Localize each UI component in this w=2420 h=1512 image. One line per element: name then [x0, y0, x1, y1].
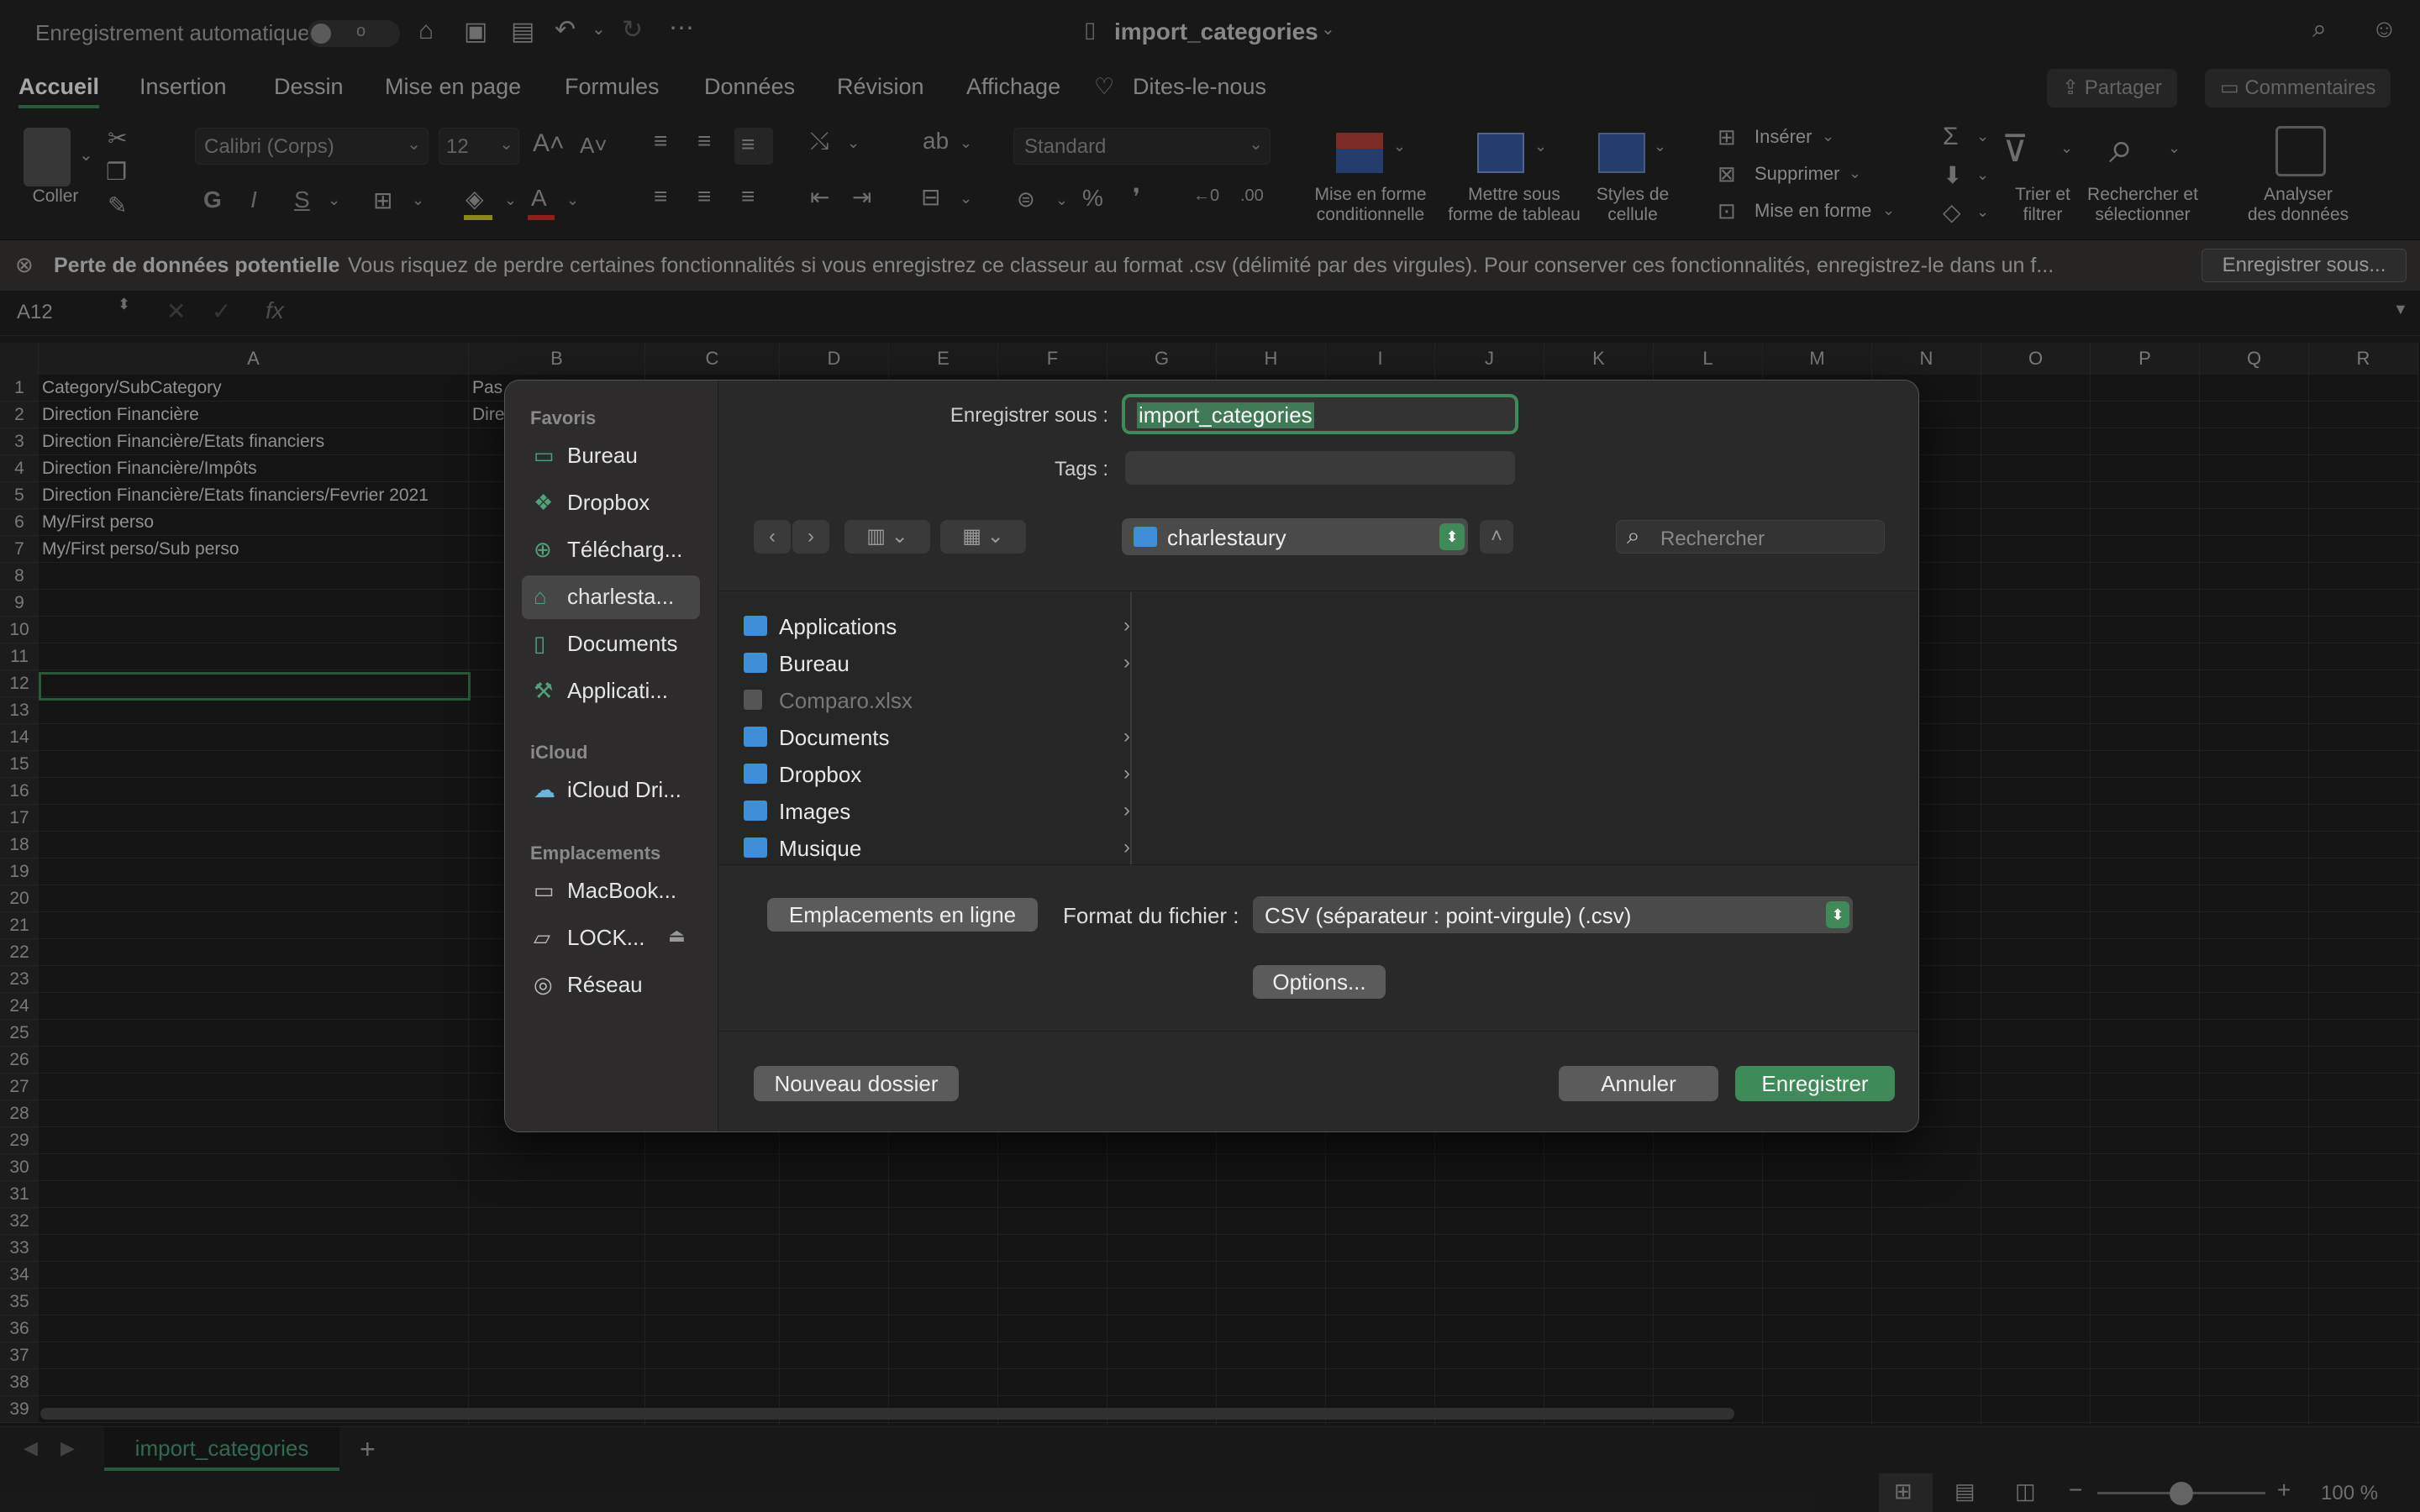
favorites-header: Favoris	[530, 407, 597, 428]
save-as-value: import_categories	[1137, 402, 1314, 428]
sidebar-item-bureau[interactable]: ▭ Bureau	[522, 434, 700, 478]
folder-icon	[744, 764, 767, 784]
file-item-images[interactable]: Images ›	[744, 794, 1130, 831]
chevron-right-icon: ›	[808, 525, 814, 548]
columns-view-icon: ▥ ⌄	[866, 525, 908, 548]
back-button[interactable]: ‹	[754, 520, 791, 554]
folder-icon	[744, 616, 767, 636]
column-divider	[1130, 592, 1132, 864]
save-button[interactable]: Enregistrer	[1735, 1066, 1895, 1101]
sidebar-item-lock-drive[interactable]: ▱ LOCK... ⏏	[522, 916, 700, 960]
group-by-button[interactable]: ▦ ⌄	[940, 520, 1026, 554]
locations-header: Emplacements	[530, 843, 661, 864]
chevron-right-icon: ›	[1123, 836, 1130, 858]
icloud-header: iCloud	[530, 742, 588, 763]
chevron-right-icon: ›	[1123, 725, 1130, 748]
download-icon: ⊕	[534, 537, 552, 562]
folder-icon	[744, 801, 767, 821]
chevron-right-icon: ›	[1123, 651, 1130, 674]
save-as-label: Enregistrer sous :	[950, 404, 1108, 427]
chevron-left-icon: ‹	[769, 525, 776, 548]
sidebar-item-dropbox[interactable]: ❖ Dropbox	[522, 481, 700, 525]
laptop-icon: ▭	[534, 878, 555, 903]
eject-icon[interactable]: ⏏	[668, 925, 686, 947]
sidebar-item-applications[interactable]: ⚒ Applicati...	[522, 669, 700, 713]
applications-icon: ⚒	[534, 678, 554, 703]
drive-icon: ▱	[534, 925, 550, 950]
search-input[interactable]: ⌕ Rechercher	[1616, 520, 1885, 554]
sidebar-item-documents[interactable]: ▯ Documents	[522, 622, 700, 666]
sidebar-item-downloads[interactable]: ⊕ Télécharg...	[522, 528, 700, 572]
file-browser: Applications › Bureau › Comparo.xlsx Docum…	[718, 592, 1918, 864]
file-format-value: CSV (séparateur : point-virgule) (.csv)	[1265, 903, 1632, 928]
folder-icon	[744, 727, 767, 747]
chevron-right-icon: ›	[1123, 614, 1130, 637]
dropbox-icon: ❖	[534, 490, 554, 515]
save-as-dialog: Favoris ▭ Bureau ❖ Dropbox ⊕ Télécharg... ⌂…	[504, 380, 1919, 1132]
location-select[interactable]: charlestaury ⬍	[1122, 518, 1468, 555]
new-folder-button[interactable]: Nouveau dossier	[754, 1066, 959, 1101]
collapse-button[interactable]: ˄	[1480, 520, 1513, 554]
file-format-select[interactable]: CSV (séparateur : point-virgule) (.csv) …	[1253, 896, 1853, 933]
sidebar-item-icloud-drive[interactable]: ☁ iCloud Dri...	[522, 769, 700, 812]
search-icon: ⌕	[1627, 522, 1640, 549]
updown-icon: ⬍	[1826, 901, 1849, 928]
divider	[718, 1031, 1918, 1032]
folder-icon	[744, 837, 767, 858]
options-button[interactable]: Options...	[1253, 965, 1386, 999]
chevron-up-icon: ˄	[1490, 525, 1502, 548]
view-columns-button[interactable]: ▥ ⌄	[844, 520, 930, 554]
file-item-applications[interactable]: Applications ›	[744, 609, 1130, 646]
tags-input[interactable]	[1125, 451, 1515, 485]
updown-icon: ⬍	[1439, 523, 1465, 550]
tags-label: Tags :	[1054, 458, 1108, 480]
location-value: charlestaury	[1167, 525, 1286, 550]
home-folder-icon	[1134, 527, 1157, 547]
chevron-right-icon: ›	[1123, 799, 1130, 822]
dialog-main: Enregistrer sous : import_categories Tag…	[718, 381, 1918, 1131]
sidebar-item-network[interactable]: ◎ Réseau	[522, 963, 700, 1007]
file-item-musique[interactable]: Musique ›	[744, 831, 1130, 868]
save-as-input[interactable]: import_categories	[1122, 394, 1518, 434]
search-placeholder: Rechercher	[1660, 528, 1765, 550]
grid-icon: ▦ ⌄	[962, 525, 1004, 548]
home-folder-icon: ⌂	[534, 584, 547, 609]
file-format-label: Format du fichier :	[1063, 903, 1239, 928]
document-icon: ▯	[534, 631, 546, 656]
cloud-icon: ☁	[534, 777, 555, 802]
sidebar-item-macbook[interactable]: ▭ MacBook...	[522, 869, 700, 913]
forward-button[interactable]: ›	[792, 520, 829, 554]
file-item-dropbox[interactable]: Dropbox ›	[744, 757, 1130, 794]
sidebar-item-home[interactable]: ⌂ charlesta...	[522, 575, 700, 619]
file-item-comparo: Comparo.xlsx	[744, 683, 1130, 720]
spreadsheet-file-icon	[744, 690, 762, 710]
network-icon: ◎	[534, 972, 553, 997]
online-locations-button[interactable]: Emplacements en ligne	[767, 898, 1038, 932]
file-item-bureau[interactable]: Bureau ›	[744, 646, 1130, 683]
cancel-button[interactable]: Annuler	[1559, 1066, 1718, 1101]
folder-icon	[744, 653, 767, 673]
file-item-documents[interactable]: Documents ›	[744, 720, 1130, 757]
dialog-sidebar: Favoris ▭ Bureau ❖ Dropbox ⊕ Télécharg... ⌂…	[505, 381, 718, 1131]
chevron-right-icon: ›	[1123, 762, 1130, 785]
divider	[718, 864, 1918, 865]
desktop-icon: ▭	[534, 443, 555, 468]
